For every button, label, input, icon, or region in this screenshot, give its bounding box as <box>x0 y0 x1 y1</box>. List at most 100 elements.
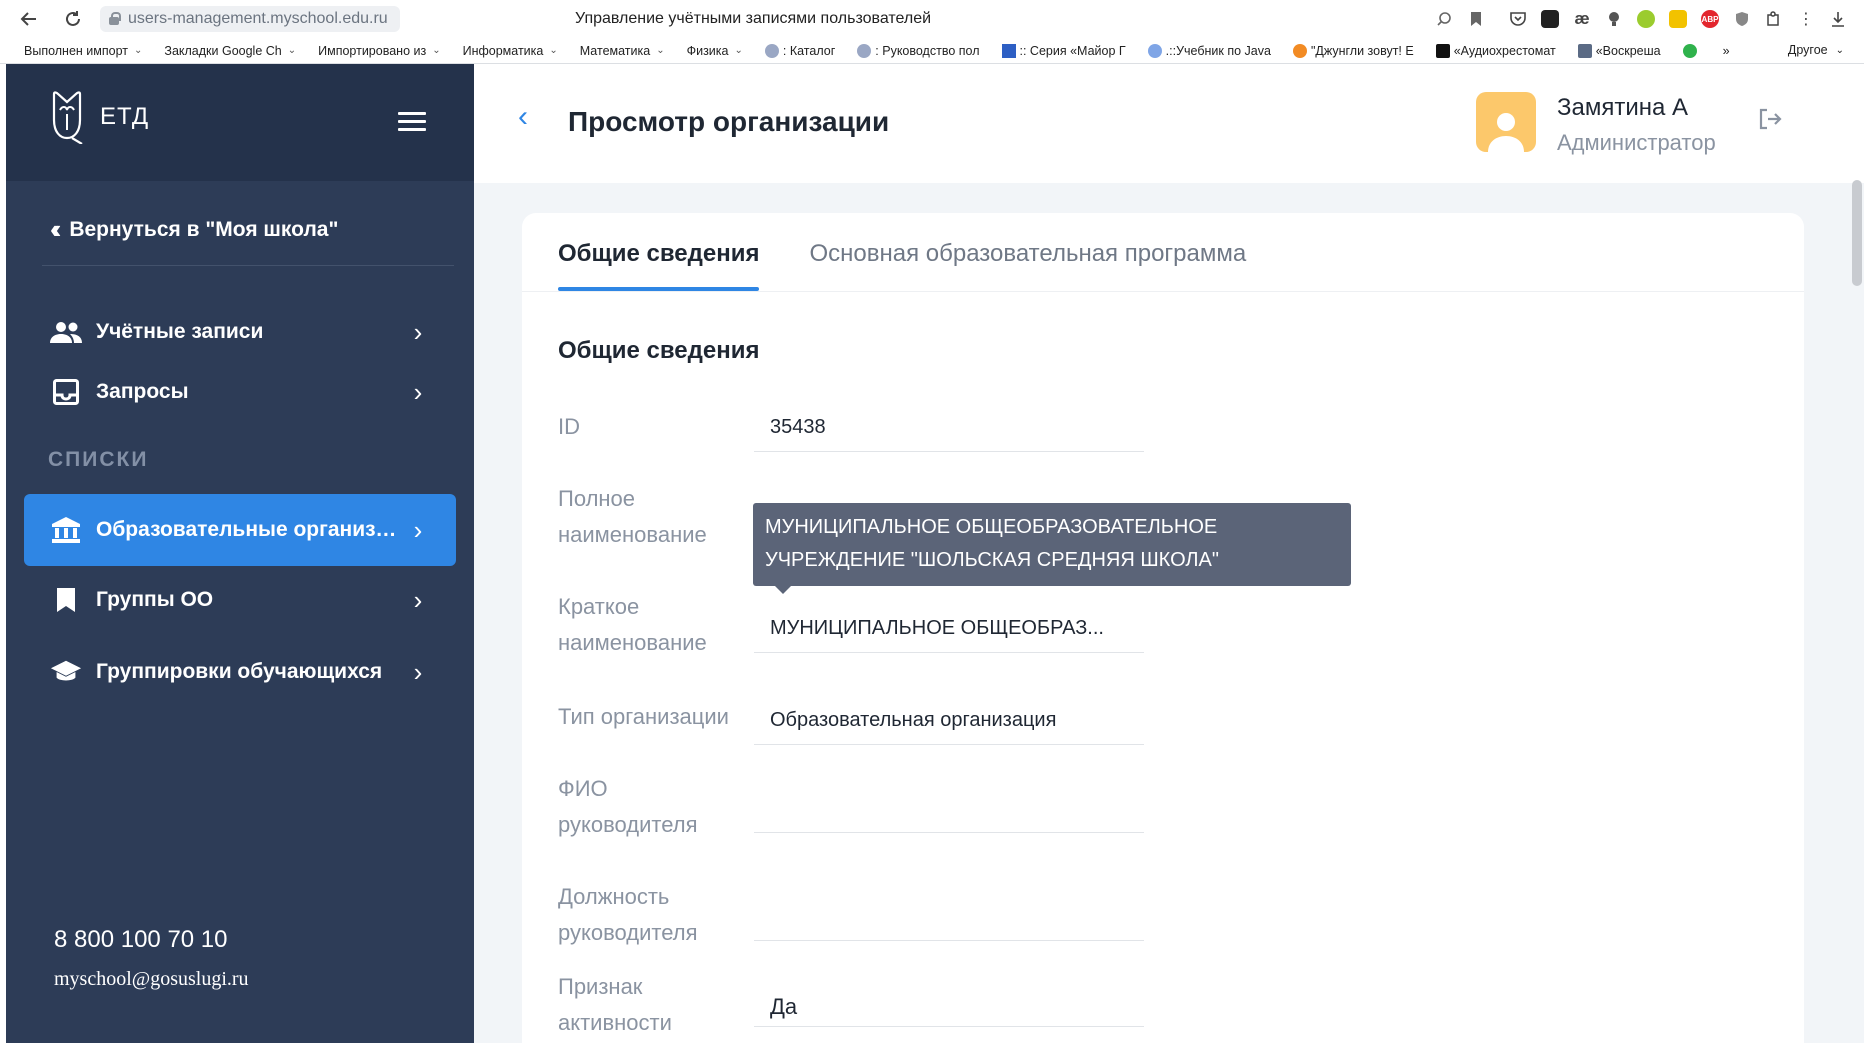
back-chevron-icon[interactable]: ‹ <box>518 100 528 134</box>
globe-icon <box>857 43 872 58</box>
chevron-down-icon: ⌄ <box>734 45 743 56</box>
sidebar-item-label: Группировки обучающихся <box>96 660 383 683</box>
bookmark-folder[interactable]: Математика ⌄ <box>580 44 665 58</box>
avatar[interactable] <box>1476 92 1536 152</box>
reload-icon[interactable] <box>58 4 88 34</box>
bookmark-folder[interactable]: Информатика ⌄ <box>463 44 558 58</box>
globe-icon <box>764 43 779 58</box>
bookmark-icon <box>50 586 82 614</box>
chevron-right-icon: › <box>413 514 423 545</box>
bookmark-icon[interactable] <box>1460 4 1492 34</box>
sidebar-item-student-groups[interactable]: Группировки обучающихся › <box>24 636 456 708</box>
menu-dots-icon[interactable]: ⋮ <box>1790 4 1822 34</box>
address-bar[interactable]: users-management.myschool.edu.ru <box>100 6 400 32</box>
pocket-icon[interactable] <box>1502 4 1534 34</box>
back-to-school-link[interactable]: ‹‹ Вернуться в "Моя школа" <box>50 214 338 245</box>
label-line: руководителя <box>558 920 698 945</box>
tabs: Общие сведения Основная образовательная … <box>558 213 1296 291</box>
bookmark-folder[interactable]: Выполнен импорт ⌄ <box>24 44 142 58</box>
bookmark-label: .::Учебник по Java <box>1165 43 1271 58</box>
bookmark-link[interactable]: .::Учебник по Java <box>1147 43 1271 58</box>
bookmark-label: Выполнен импорт <box>24 43 128 58</box>
fox-icon <box>1292 43 1307 58</box>
field-label-id: ID <box>558 414 580 439</box>
extension-icon[interactable] <box>1534 4 1566 34</box>
bookmark-link[interactable]: :: Серия «Майор Г <box>1001 43 1126 58</box>
page-icon <box>1577 43 1592 58</box>
label-line: Краткое <box>558 594 640 619</box>
label-line: Полное <box>558 486 636 511</box>
sidebar-item-org-groups[interactable]: Группы ОО › <box>24 564 456 636</box>
field-label-director-position: Должность руководителя <box>558 879 698 951</box>
sidebar-divider <box>42 265 454 266</box>
bookmark-folder[interactable]: Закладки Google Ch ⌄ <box>164 44 296 58</box>
bookmark-label: : Руководство пол <box>875 43 980 58</box>
logout-icon[interactable] <box>1758 108 1782 130</box>
bookmarks-bar: Выполнен импорт ⌄ Закладки Google Ch ⌄ Имп… <box>0 38 1864 64</box>
bookmark-link[interactable]: : Руководство пол <box>857 43 980 58</box>
field-label-org-type: Тип организации <box>558 704 729 729</box>
tooltip-line: УЧРЕЖДЕНИЕ "ШОЛЬСКАЯ СРЕДНЯЯ ШКОЛА" <box>765 549 1219 571</box>
sidebar-item-label: Группы ОО <box>96 588 214 611</box>
green-extension-icon[interactable] <box>1630 4 1662 34</box>
logo[interactable]: ЕТД <box>50 90 149 144</box>
field-label-director-name: ФИО руководителя <box>558 771 698 843</box>
sidebar: ЕТД ‹‹ Вернуться в "Моя школа" Учётные з… <box>6 64 474 1043</box>
owl-logo-icon <box>52 91 83 144</box>
tab-education-program[interactable]: Основная образовательная программа <box>809 213 1246 291</box>
field-label-short-name: Краткое наименование <box>558 589 707 661</box>
page-scrollbar[interactable] <box>1852 180 1862 286</box>
search-icon[interactable] <box>1428 4 1460 34</box>
tabs-divider <box>522 291 1804 292</box>
bookmarks-overflow[interactable]: » <box>1723 44 1730 58</box>
bookmark-label: :: Серия «Майор Г <box>1019 43 1126 58</box>
chevron-down-icon: ⌄ <box>549 45 558 56</box>
leaf-icon <box>1682 43 1697 58</box>
sidebar-item-requests[interactable]: Запросы › <box>24 356 456 428</box>
bookmark-folder[interactable]: Импортировано из ⌄ <box>318 44 440 58</box>
diamond-icon <box>1147 43 1162 58</box>
bookmark-link[interactable]: "Джунгли зовут! Е <box>1292 43 1414 58</box>
extensions-toolbar: æ ABP ⋮ <box>1428 4 1864 34</box>
bookmark-label: : Каталог <box>782 43 836 58</box>
bookmark-folder[interactable]: Физика ⌄ <box>687 44 743 58</box>
sidebar-item-organizations[interactable]: Образовательные организа... › <box>24 494 456 566</box>
label-line: Признак <box>558 974 643 999</box>
field-value-short-name[interactable]: МУНИЦИПАЛЬНОЕ ОБЩЕОБРАЗ... <box>754 609 1144 653</box>
yellow-extension-icon[interactable] <box>1662 4 1694 34</box>
support-email[interactable]: myschool@gosuslugi.ru <box>54 968 249 991</box>
bookmark-label: «Воскреша <box>1595 43 1661 58</box>
field-value-active: Да <box>754 983 1144 1027</box>
sidebar-header: ЕТД <box>6 64 474 181</box>
back-arrow-icon[interactable] <box>14 4 44 34</box>
tab-general-info[interactable]: Общие сведения <box>558 213 760 291</box>
download-icon[interactable] <box>1822 4 1854 34</box>
bookmark-link[interactable]: «Аудиохрестомат <box>1435 43 1556 58</box>
bookmark-label: Математика <box>579 43 651 58</box>
bookmark-link[interactable]: : Каталог <box>764 43 836 58</box>
puzzle-icon[interactable] <box>1758 4 1790 34</box>
ae-extension-icon[interactable]: æ <box>1566 4 1598 34</box>
label-line: руководителя <box>558 812 698 837</box>
url-text: users-management.myschool.edu.ru <box>128 10 388 27</box>
bookmark-link[interactable] <box>1682 43 1701 58</box>
logo-text: ЕТД <box>100 103 150 130</box>
other-bookmarks[interactable]: Другое ⌄ <box>1788 43 1844 57</box>
graduation-cap-icon <box>50 658 82 686</box>
overflow-label: » <box>1722 43 1730 58</box>
adblock-icon[interactable]: ABP <box>1694 4 1726 34</box>
label-line: Должность <box>558 884 670 909</box>
tooltip-line: МУНИЦИПАЛЬНОЕ ОБЩЕОБРАЗОВАТЕЛЬНОЕ <box>765 516 1218 538</box>
menu-toggle-icon[interactable] <box>398 112 426 132</box>
sidebar-item-label: Образовательные организа... <box>96 518 398 541</box>
chevron-down-icon: ⌄ <box>134 45 143 56</box>
bookmark-link[interactable]: «Воскреша <box>1577 43 1661 58</box>
inbox-icon <box>50 378 82 406</box>
chevron-right-icon: › <box>413 584 423 615</box>
other-bookmarks-label: Другое <box>1787 43 1828 57</box>
user-name: Замятина А <box>1557 94 1689 121</box>
shield-icon[interactable] <box>1726 4 1758 34</box>
lightbulb-icon[interactable] <box>1598 4 1630 34</box>
label-line: наименование <box>558 522 707 547</box>
label-line: активности <box>558 1010 672 1035</box>
